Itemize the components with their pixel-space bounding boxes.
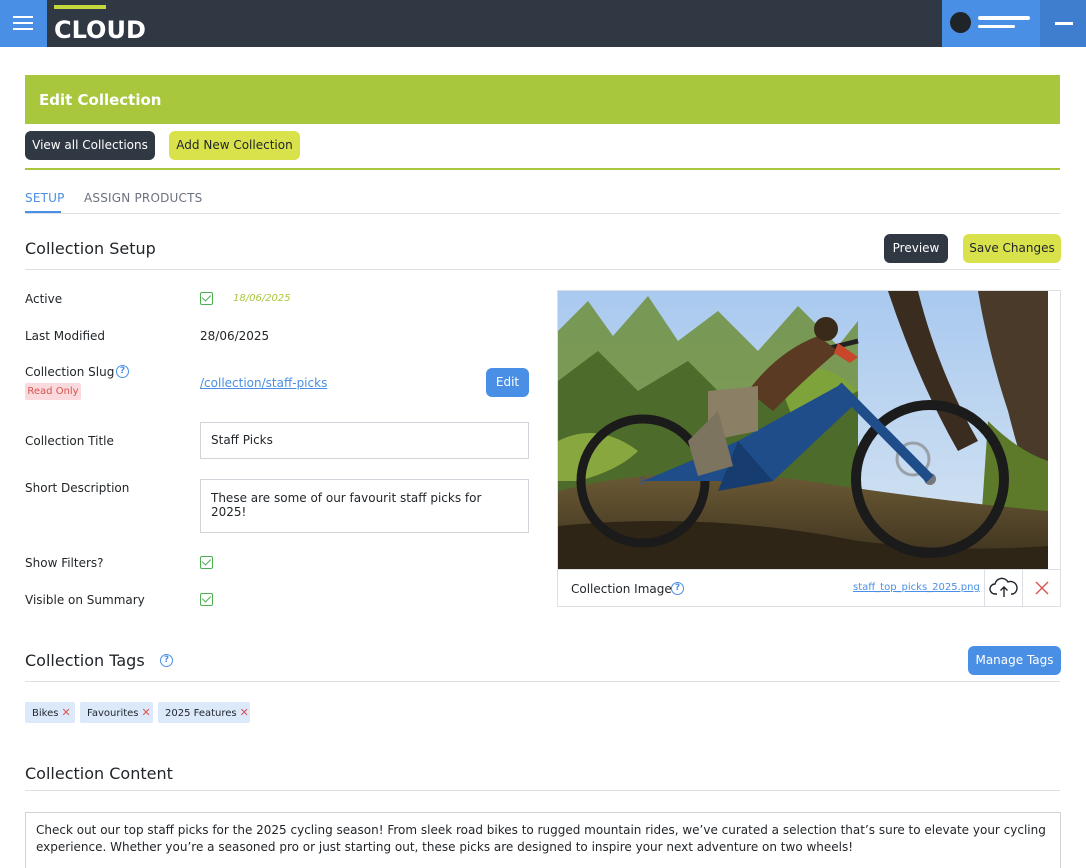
tabs-divider [25, 213, 1060, 214]
active-label: Active [25, 292, 63, 306]
logo-accent-bar [54, 5, 106, 9]
help-icon[interactable]: ? [160, 654, 173, 667]
collection-title-input[interactable]: Staff Picks [200, 422, 529, 459]
page-title: Edit Collection [39, 91, 162, 109]
collection-image-card: Collection Image ? staff_top_picks_2025.… [557, 290, 1061, 607]
collection-content-title: Collection Content [25, 764, 173, 783]
short-description-textarea[interactable]: These are some of our favourit staff pic… [200, 479, 529, 533]
active-checkbox[interactable] [200, 292, 213, 305]
tag-label: Bikes [32, 708, 59, 719]
show-filters-label: Show Filters? [25, 556, 104, 570]
preview-button[interactable]: Preview [884, 234, 948, 263]
remove-tag-icon[interactable]: ✕ [142, 706, 151, 719]
help-icon[interactable]: ? [116, 365, 129, 378]
mountain-bike-photo [558, 291, 1048, 569]
minus-icon [1055, 22, 1073, 25]
collection-image-footer: Collection Image ? staff_top_picks_2025.… [558, 569, 1060, 607]
minimize-button[interactable] [1040, 0, 1086, 47]
visible-on-summary-label: Visible on Summary [25, 593, 145, 607]
remove-image-button[interactable] [1022, 570, 1060, 607]
content-divider [25, 790, 1060, 791]
top-bar: CLOUD MT [0, 0, 1086, 72]
collection-content-editor[interactable]: Check out our top staff picks for the 20… [25, 812, 1061, 868]
close-icon [1035, 581, 1049, 595]
hamburger-icon-line [13, 22, 33, 24]
view-all-collections-button[interactable]: View all Collections [25, 131, 155, 160]
collection-setup-title: Collection Setup [25, 239, 156, 258]
page-header: Edit Collection [25, 75, 1060, 124]
remove-tag-icon[interactable]: ✕ [61, 706, 70, 719]
edit-slug-button[interactable]: Edit [486, 368, 529, 397]
active-date: 18/06/2025 [233, 293, 291, 304]
collection-image-preview [558, 291, 1048, 569]
collection-tags-title: Collection Tags [25, 651, 145, 670]
read-only-badge: Read Only [25, 383, 81, 400]
collection-image-label: Collection Image [571, 582, 672, 596]
logo-text: CLOUD MT [54, 16, 146, 72]
logo[interactable]: CLOUD MT [54, 5, 194, 72]
tags-divider [25, 681, 1060, 682]
collection-slug-link[interactable]: /collection/staff-picks [200, 376, 327, 390]
manage-tags-button[interactable]: Manage Tags [968, 646, 1061, 675]
image-filename-link[interactable]: staff_top_picks_2025.png [853, 581, 980, 595]
save-changes-button[interactable]: Save Changes [963, 234, 1061, 263]
tab-setup[interactable]: SETUP [25, 191, 65, 205]
tab-assign-products[interactable]: ASSIGN PRODUCTS [84, 191, 202, 205]
avatar [950, 12, 971, 33]
last-modified-label: Last Modified [25, 329, 106, 343]
visible-on-summary-checkbox[interactable] [200, 593, 213, 606]
tag-chip[interactable]: Bikes ✕ [25, 702, 75, 723]
collection-slug-label: Collection Slug [25, 365, 115, 379]
hamburger-icon [13, 16, 33, 18]
help-icon[interactable]: ? [671, 582, 684, 595]
remove-tag-icon[interactable]: ✕ [240, 706, 249, 719]
hamburger-icon-line [13, 28, 33, 30]
cloud-upload-icon [989, 577, 1018, 597]
collection-title-label: Collection Title [25, 434, 114, 448]
short-description-label: Short Description [25, 481, 130, 495]
last-modified-value: 28/06/2025 [200, 329, 270, 343]
tag-chip[interactable]: 2025 Features ✕ [158, 702, 250, 723]
header-divider [25, 168, 1060, 170]
upload-image-button[interactable] [984, 570, 1022, 607]
tag-label: Favourites [87, 708, 139, 719]
user-account-button[interactable] [942, 0, 1040, 47]
tag-label: 2025 Features [165, 708, 237, 719]
show-filters-checkbox[interactable] [200, 556, 213, 569]
user-role-placeholder [978, 25, 1015, 28]
setup-divider [25, 269, 1060, 270]
tag-chip[interactable]: Favourites ✕ [80, 702, 153, 723]
hamburger-menu-button[interactable] [0, 0, 47, 47]
add-new-collection-button[interactable]: Add New Collection [169, 131, 300, 160]
user-name-placeholder [978, 16, 1030, 20]
